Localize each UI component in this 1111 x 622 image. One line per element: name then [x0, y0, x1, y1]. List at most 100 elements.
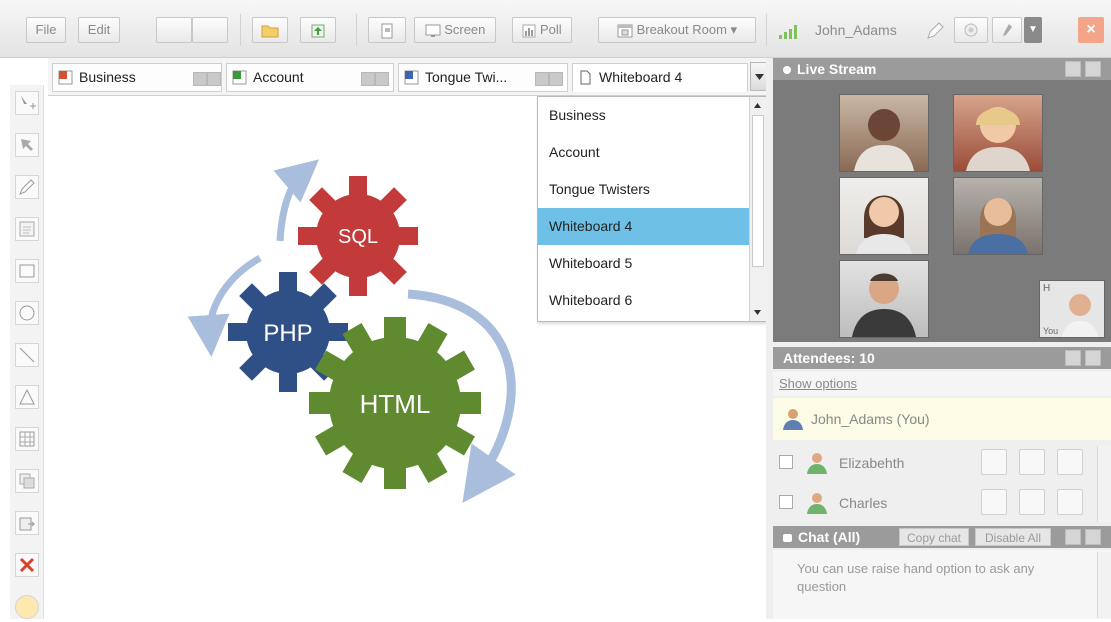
popout-icon[interactable] [1085, 61, 1101, 77]
delete-tool[interactable] [15, 553, 39, 577]
breakout-room-icon [617, 24, 633, 38]
self-view-caption: You [1043, 326, 1059, 336]
video-feed[interactable] [953, 94, 1043, 172]
close-button[interactable]: × [1078, 17, 1104, 43]
microphone-button[interactable] [992, 17, 1022, 43]
triangle-tool[interactable] [15, 385, 39, 409]
minimize-icon[interactable] [1065, 350, 1081, 366]
attendees-scrollbar[interactable] [1097, 446, 1111, 522]
document-tab-bar: Business Account Tongue Twi... Whiteboar… [48, 58, 773, 96]
mic-options-dropdown[interactable]: ▼ [1024, 17, 1042, 43]
paste-icon [19, 517, 36, 531]
edit-menu-button[interactable]: Edit [78, 17, 120, 43]
popout-icon[interactable] [1085, 529, 1101, 545]
popout-icon[interactable] [1085, 350, 1101, 366]
text-box-icon [19, 221, 35, 237]
tab-account[interactable]: Account [226, 63, 394, 92]
tab-menu-icon[interactable] [361, 72, 375, 86]
attendee-checkbox[interactable] [779, 455, 793, 469]
redo-button[interactable] [192, 17, 228, 43]
list-item[interactable]: Whiteboard 6 [538, 282, 750, 319]
breakout-room-dropdown[interactable]: Breakout Room ▾ [598, 17, 756, 43]
minimize-icon[interactable] [1065, 61, 1081, 77]
attendee-row-self[interactable]: John_Adams (You) [773, 398, 1111, 440]
person-avatar-icon [968, 198, 1028, 254]
dropdown-scrollbar[interactable] [749, 97, 766, 321]
drawing-tools-palette [10, 85, 44, 619]
tab-close-icon[interactable] [375, 72, 389, 86]
attendee-microphone-icon[interactable] [1019, 489, 1045, 515]
pencil-tool[interactable] [15, 175, 39, 199]
file-menu-button[interactable]: File [26, 17, 66, 43]
screen-label: Screen [444, 22, 486, 37]
video-feed[interactable] [839, 177, 929, 255]
screen-share-button[interactable]: Screen [414, 17, 496, 43]
self-view-video[interactable]: H You [1039, 280, 1105, 338]
bar-chart-icon [522, 24, 536, 38]
text-tool[interactable] [15, 217, 39, 241]
user-avatar-icon [783, 409, 803, 430]
minimize-icon[interactable] [1065, 529, 1081, 545]
attendee-webcam-icon[interactable] [981, 449, 1007, 475]
open-folder-button[interactable] [252, 17, 288, 43]
attendee-checkbox[interactable] [779, 495, 793, 509]
video-feed[interactable] [839, 94, 929, 172]
upload-icon [311, 24, 325, 38]
copy-tool[interactable] [15, 469, 39, 493]
attendees-title: Attendees: 10 [783, 350, 875, 366]
chat-scrollbar[interactable] [1097, 552, 1111, 618]
table-tool[interactable] [15, 427, 39, 451]
pencil-icon[interactable] [924, 20, 946, 42]
attendee-row[interactable]: Charles [773, 486, 1111, 520]
webcam-button[interactable] [954, 17, 988, 43]
select-tool[interactable] [15, 91, 39, 115]
attendee-pencil-icon[interactable] [1057, 449, 1083, 475]
emoji-tool[interactable] [15, 595, 39, 619]
tab-close-icon[interactable] [549, 72, 563, 86]
list-item[interactable]: Tongue Twisters [538, 171, 750, 208]
circle-tool[interactable] [15, 301, 39, 325]
triangle-icon [19, 388, 35, 405]
copy-chat-button[interactable]: Copy chat [899, 528, 969, 546]
toolbar-divider [766, 14, 767, 46]
list-item-selected[interactable]: Whiteboard 4 [538, 208, 750, 245]
tab-close-icon[interactable] [207, 72, 221, 86]
attendee-webcam-icon[interactable] [981, 489, 1007, 515]
video-feed[interactable] [953, 177, 1043, 255]
user-avatar-icon [807, 453, 827, 474]
list-item[interactable]: Account [538, 134, 750, 171]
poll-button[interactable]: Poll [512, 17, 572, 43]
scrollbar-thumb[interactable] [752, 115, 764, 267]
tab-menu-icon[interactable] [193, 72, 207, 86]
document-share-button[interactable] [368, 17, 406, 43]
chat-bubble-icon [783, 534, 792, 542]
attendee-row[interactable]: Elizabehth [773, 446, 1111, 480]
line-icon [19, 347, 35, 363]
video-feed[interactable] [839, 260, 929, 338]
list-item[interactable]: Business [538, 97, 750, 134]
upload-button[interactable] [300, 17, 336, 43]
attendee-pencil-icon[interactable] [1057, 489, 1083, 515]
tab-label: Tongue Twi... [425, 69, 508, 85]
person-avatar-icon [854, 109, 914, 171]
attendee-microphone-icon[interactable] [1019, 449, 1045, 475]
tab-business[interactable]: Business [52, 63, 222, 92]
tab-tongue-twisters[interactable]: Tongue Twi... [398, 63, 568, 92]
paste-tool[interactable] [15, 511, 39, 535]
line-tool[interactable] [15, 343, 39, 367]
show-options-link[interactable]: Show options [779, 376, 857, 391]
sql-gear-label: SQL [338, 226, 378, 248]
list-item[interactable]: Whiteboard 5 [538, 245, 750, 282]
disable-all-button[interactable]: Disable All [975, 528, 1051, 546]
circle-icon [19, 305, 35, 321]
tab-menu-icon[interactable] [535, 72, 549, 86]
tab-whiteboard-4[interactable]: Whiteboard 4 [572, 63, 748, 92]
arrow-tool[interactable] [15, 133, 39, 157]
tab-label: Whiteboard 4 [599, 69, 683, 85]
red-x-icon [19, 557, 35, 573]
rectangle-tool[interactable] [15, 259, 39, 283]
user-avatar-icon [807, 493, 827, 514]
whiteboard-list-dropdown: Business Account Tongue Twisters Whitebo… [537, 96, 767, 322]
undo-button[interactable] [156, 17, 192, 43]
live-stream-header: Live Stream [773, 58, 1111, 80]
